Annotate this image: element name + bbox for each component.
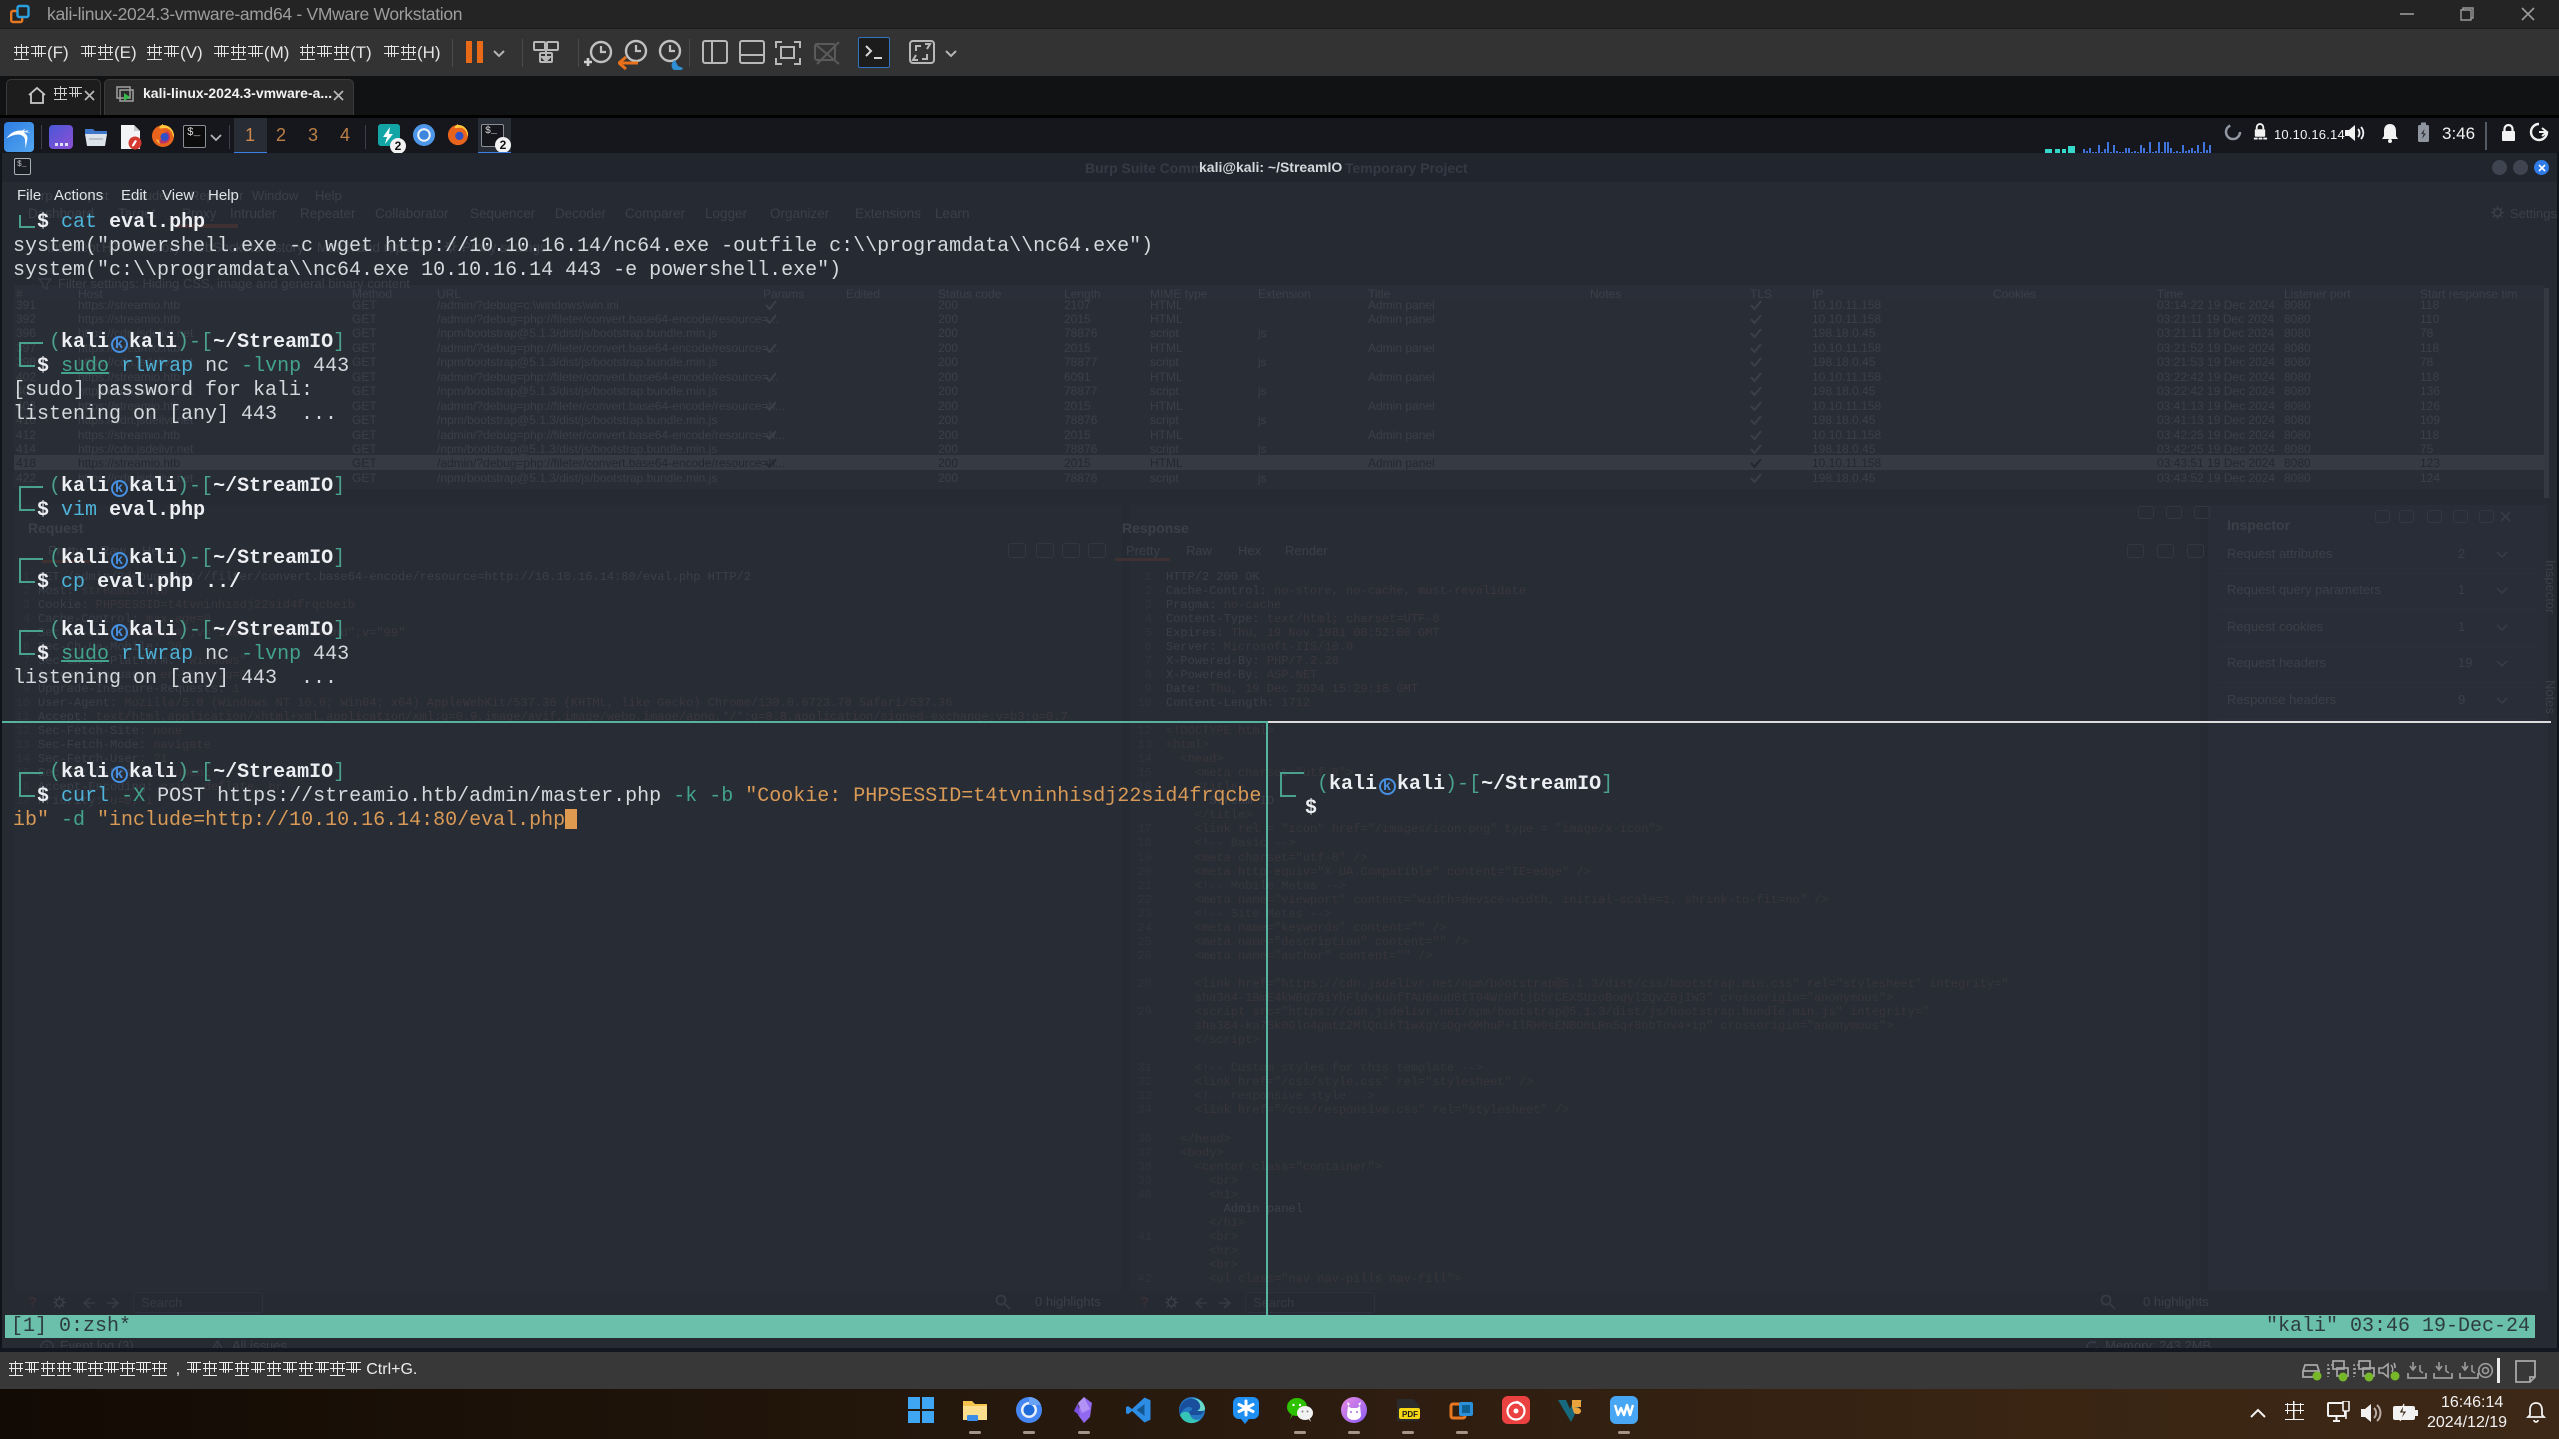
svg-text:PDF: PDF: [1402, 1410, 1418, 1419]
